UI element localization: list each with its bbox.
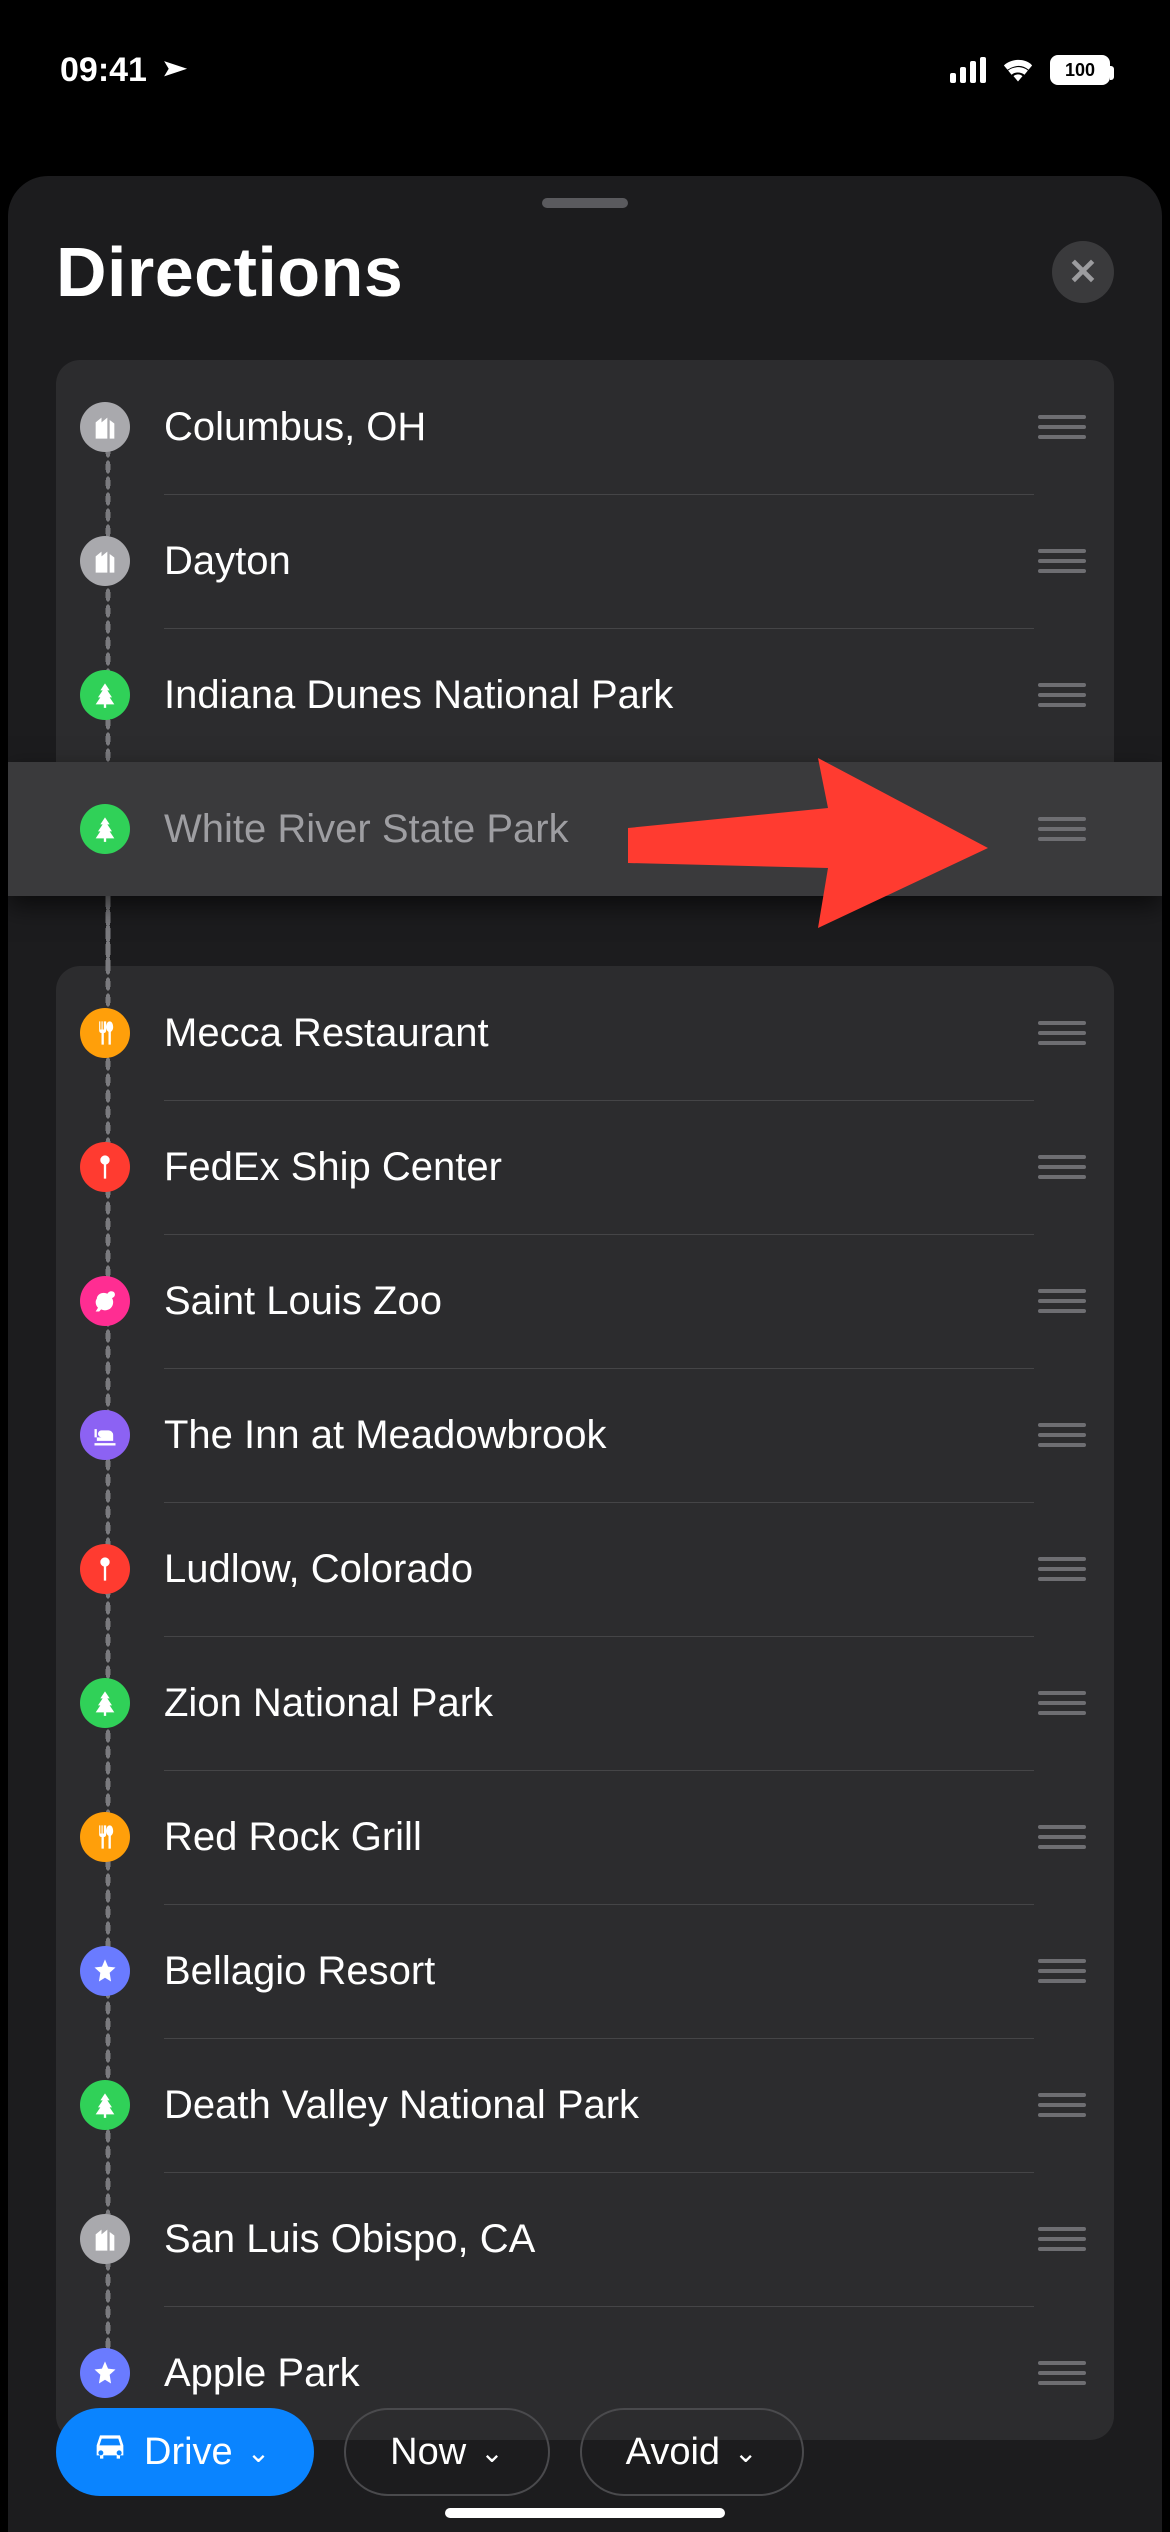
stop-row[interactable]: Red Rock Grill: [56, 1770, 1114, 1904]
sheet-grabber[interactable]: [542, 198, 628, 208]
pin-icon: [80, 1142, 130, 1192]
food-icon: [80, 1008, 130, 1058]
status-right: 100: [950, 54, 1110, 87]
mode-now-button[interactable]: Now ⌄: [344, 2408, 550, 2496]
hotel-icon: [80, 1410, 130, 1460]
sheet-header: Directions ✕: [8, 208, 1162, 342]
stop-label: Ludlow, Colorado: [164, 1547, 473, 1592]
drag-handle[interactable]: [1034, 1557, 1090, 1581]
pin-icon: [80, 1544, 130, 1594]
stop-row[interactable]: Indiana Dunes National Park: [56, 628, 1114, 762]
food-icon: [80, 1812, 130, 1862]
stop-row[interactable]: Bellagio Resort: [56, 1904, 1114, 2038]
chevron-down-icon: ⌄: [480, 2436, 503, 2469]
drag-handle[interactable]: [1034, 683, 1090, 707]
home-indicator[interactable]: [445, 2508, 725, 2518]
drag-handle[interactable]: [1034, 1289, 1090, 1313]
city-icon: [80, 536, 130, 586]
mode-drive-label: Drive: [144, 2431, 233, 2474]
star-icon: [80, 1946, 130, 1996]
stops-card-bottom: Mecca Restaurant FedEx Ship Center Saint L…: [56, 966, 1114, 2440]
status-left: 09:41: [60, 51, 183, 90]
status-bar: 09:41 100: [0, 0, 1170, 140]
drag-handle[interactable]: [1034, 1155, 1090, 1179]
park-icon: [80, 670, 130, 720]
stop-row[interactable]: San Luis Obispo, CA: [56, 2172, 1114, 2306]
drag-handle[interactable]: [1034, 415, 1090, 439]
star-icon: [80, 2348, 130, 2398]
park-icon: [80, 804, 130, 854]
cellular-signal-icon: [950, 57, 986, 83]
close-icon: ✕: [1068, 251, 1098, 293]
stop-label: Red Rock Grill: [164, 1815, 422, 1860]
mode-avoid-button[interactable]: Avoid ⌄: [580, 2408, 804, 2496]
stop-label: Dayton: [164, 539, 291, 584]
stop-row[interactable]: FedEx Ship Center: [56, 1100, 1114, 1234]
stop-label: Zion National Park: [164, 1681, 493, 1726]
drag-handle[interactable]: [1034, 1959, 1090, 1983]
city-icon: [80, 402, 130, 452]
stop-label: FedEx Ship Center: [164, 1145, 502, 1190]
stop-row[interactable]: White River State Park: [8, 762, 1162, 896]
chevron-down-icon: ⌄: [734, 2436, 757, 2469]
stop-row[interactable]: Death Valley National Park: [56, 2038, 1114, 2172]
battery-icon: 100: [1050, 55, 1110, 85]
drag-handle[interactable]: [1034, 2227, 1090, 2251]
stop-label: The Inn at Meadowbrook: [164, 1413, 606, 1458]
page-title: Directions: [56, 232, 403, 312]
mode-drive-button[interactable]: Drive ⌄: [56, 2408, 314, 2496]
zoo-icon: [80, 1276, 130, 1326]
drag-handle[interactable]: [1034, 1825, 1090, 1849]
stop-row[interactable]: Columbus, OH: [56, 360, 1114, 494]
drag-handle[interactable]: [1034, 2361, 1090, 2385]
chevron-down-icon: ⌄: [247, 2436, 270, 2469]
drag-handle[interactable]: [1034, 2093, 1090, 2117]
stop-label: Columbus, OH: [164, 405, 426, 450]
city-icon: [80, 2214, 130, 2264]
stop-row[interactable]: Zion National Park: [56, 1636, 1114, 1770]
mode-avoid-label: Avoid: [626, 2431, 720, 2474]
stop-row[interactable]: Ludlow, Colorado: [56, 1502, 1114, 1636]
stops-card-top: Columbus, OH Dayton Indiana Dunes National…: [56, 360, 1114, 896]
drag-handle[interactable]: [1034, 549, 1090, 573]
stop-label: Mecca Restaurant: [164, 1011, 489, 1056]
stop-label: Death Valley National Park: [164, 2083, 639, 2128]
location-services-icon: [147, 47, 193, 93]
drag-handle[interactable]: [1034, 1423, 1090, 1447]
stop-label: Apple Park: [164, 2351, 360, 2396]
directions-sheet: Directions ✕ Columbus, OH Dayton Indiana D…: [8, 176, 1162, 2532]
drag-handle[interactable]: [1034, 1021, 1090, 1045]
stop-label: Bellagio Resort: [164, 1949, 435, 1994]
stop-label: San Luis Obispo, CA: [164, 2217, 535, 2262]
stop-row[interactable]: Dayton: [56, 494, 1114, 628]
stop-row[interactable]: Saint Louis Zoo: [56, 1234, 1114, 1368]
stop-label: Indiana Dunes National Park: [164, 673, 673, 718]
drag-handle[interactable]: [1034, 1691, 1090, 1715]
close-button[interactable]: ✕: [1052, 241, 1114, 303]
stop-label: Saint Louis Zoo: [164, 1279, 442, 1324]
park-icon: [80, 2080, 130, 2130]
car-icon: [90, 2430, 130, 2474]
wifi-icon: [1000, 54, 1036, 87]
stop-label: White River State Park: [164, 807, 569, 852]
stop-row[interactable]: The Inn at Meadowbrook: [56, 1368, 1114, 1502]
drag-handle[interactable]: [1034, 817, 1090, 841]
mode-now-label: Now: [390, 2431, 466, 2474]
park-icon: [80, 1678, 130, 1728]
status-time: 09:41: [60, 51, 147, 90]
battery-level: 100: [1065, 60, 1095, 81]
stop-row[interactable]: Mecca Restaurant: [56, 966, 1114, 1100]
transport-mode-bar: Drive ⌄ Now ⌄ Avoid ⌄: [8, 2408, 1162, 2496]
